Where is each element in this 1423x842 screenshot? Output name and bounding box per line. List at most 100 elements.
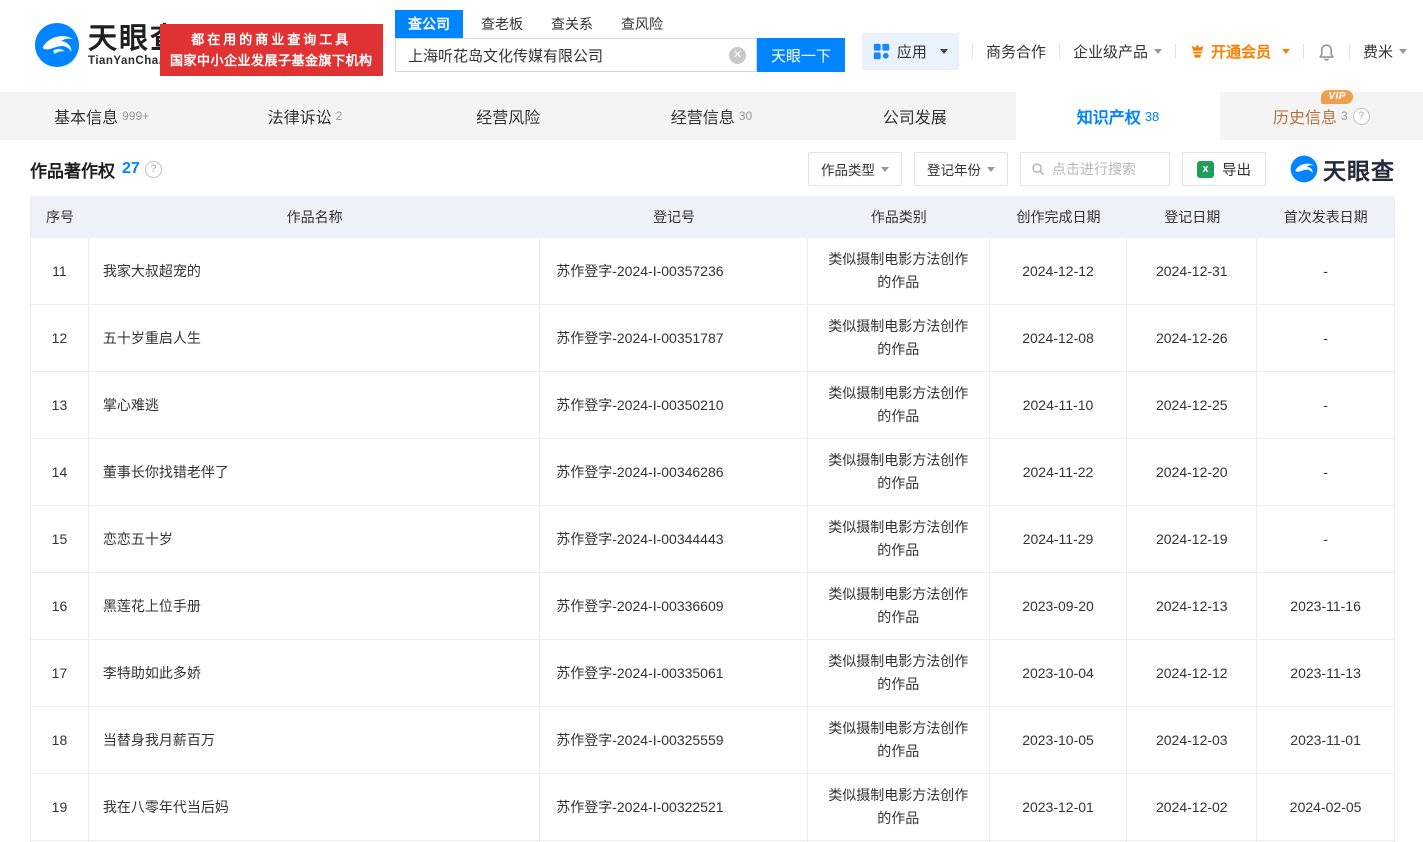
first-publish-date: - bbox=[1257, 372, 1394, 438]
row-index: 19 bbox=[31, 774, 89, 840]
work-category: 类似摄制电影方法创作的作品 bbox=[808, 573, 990, 639]
first-publish-date: 2024-02-05 bbox=[1257, 774, 1394, 840]
company-search-input[interactable] bbox=[396, 47, 756, 64]
registration-number: 苏作登字-2024-I-00350210 bbox=[540, 372, 808, 438]
nav-tab-count: 30 bbox=[739, 109, 752, 123]
work-category: 类似摄制电影方法创作的作品 bbox=[808, 372, 990, 438]
nav-tab-count: 38 bbox=[1145, 109, 1159, 124]
help-icon[interactable]: ? bbox=[145, 161, 162, 178]
table-search-placeholder: 点击进行搜索 bbox=[1052, 159, 1136, 179]
work-name: 当替身我月薪百万 bbox=[89, 707, 540, 773]
nav-tab-1[interactable]: 基本信息999+ bbox=[0, 92, 203, 140]
header-first-publish-date: 首次发表日期 bbox=[1257, 196, 1394, 238]
nav-tab-count: 2 bbox=[336, 109, 343, 123]
header-index: 序号 bbox=[31, 196, 89, 238]
search-icon bbox=[1031, 162, 1045, 176]
creation-date: 2024-11-22 bbox=[990, 439, 1128, 505]
enterprise-products-label: 企业级产品 bbox=[1073, 41, 1148, 62]
enterprise-products-menu[interactable]: 企业级产品 bbox=[1073, 41, 1162, 62]
open-membership-label: 开通会员 bbox=[1211, 41, 1271, 62]
table-row: 11我家大叔超宠的苏作登字-2024-I-00357236类似摄制电影方法创作的… bbox=[31, 238, 1394, 305]
nav-tab-3[interactable]: 经营风险 bbox=[407, 92, 610, 140]
nav-tab-label: 法律诉讼 bbox=[268, 110, 332, 127]
divider bbox=[1349, 44, 1350, 59]
divider bbox=[972, 44, 973, 59]
top-header: 天眼查 TianYanCha.com 都在用的商业查询工具 国家中小企业发展子基… bbox=[0, 0, 1423, 92]
work-name: 董事长你找错老伴了 bbox=[89, 439, 540, 505]
watermark-logo: 天眼查 bbox=[1290, 152, 1395, 186]
excel-icon: x bbox=[1197, 161, 1214, 178]
nav-tab-2[interactable]: 法律诉讼 2 bbox=[203, 92, 406, 140]
registration-number: 苏作登字-2024-I-00325559 bbox=[540, 707, 808, 773]
section-head: 作品著作权 27 ? 作品类型 登记年份 点击进行搜索 x 导出 天眼查 bbox=[30, 152, 1395, 186]
creation-date: 2023-09-20 bbox=[990, 573, 1128, 639]
notification-bell-icon[interactable] bbox=[1317, 42, 1336, 61]
work-category: 类似摄制电影方法创作的作品 bbox=[808, 774, 990, 840]
work-type-filter[interactable]: 作品类型 bbox=[808, 152, 902, 186]
table-search-input[interactable]: 点击进行搜索 bbox=[1020, 152, 1170, 186]
nav-tab-count: 3 bbox=[1341, 109, 1348, 123]
table-body: 11我家大叔超宠的苏作登字-2024-I-00357236类似摄制电影方法创作的… bbox=[31, 238, 1394, 842]
creation-date: 2023-12-01 bbox=[990, 774, 1128, 840]
registration-date: 2024-12-12 bbox=[1127, 640, 1257, 706]
row-index: 16 bbox=[31, 573, 89, 639]
table-row: 18当替身我月薪百万苏作登字-2024-I-00325559类似摄制电影方法创作… bbox=[31, 707, 1394, 774]
section-controls: 作品类型 登记年份 点击进行搜索 x 导出 天眼查 bbox=[808, 152, 1395, 186]
business-cooperation-link[interactable]: 商务合作 bbox=[986, 41, 1046, 62]
creation-date: 2023-10-05 bbox=[990, 707, 1128, 773]
header-work-name: 作品名称 bbox=[89, 196, 540, 238]
search-tab-4[interactable]: 查风险 bbox=[621, 14, 663, 38]
clear-input-icon[interactable]: ✕ bbox=[729, 47, 746, 64]
registration-date: 2024-12-19 bbox=[1127, 506, 1257, 572]
search-tab-2[interactable]: 查老板 bbox=[481, 14, 523, 38]
registration-number: 苏作登字-2024-I-00344443 bbox=[540, 506, 808, 572]
work-name: 五十岁重启人生 bbox=[89, 305, 540, 371]
company-nav-tabs: 基本信息999+法律诉讼2经营风险经营信息30公司发展知识产权38VIP历史信息… bbox=[0, 92, 1423, 140]
tianyancha-logo-icon bbox=[1290, 155, 1318, 183]
help-icon[interactable]: ? bbox=[1353, 108, 1370, 125]
business-cooperation-label: 商务合作 bbox=[986, 41, 1046, 62]
caret-down-icon bbox=[1399, 49, 1407, 54]
table-row: 12五十岁重启人生苏作登字-2024-I-00351787类似摄制电影方法创作的… bbox=[31, 305, 1394, 372]
search-area: 查公司查老板 查关系 查风险 ✕ 天眼一下 bbox=[395, 11, 845, 72]
export-button[interactable]: x 导出 bbox=[1182, 152, 1266, 186]
nav-tab-6[interactable]: 知识产权38 bbox=[1016, 92, 1219, 140]
search-tab-1[interactable]: 查公司 bbox=[395, 10, 463, 38]
apps-menu[interactable]: 应用 bbox=[862, 33, 959, 70]
header-work-category: 作品类别 bbox=[808, 196, 990, 238]
search-tab-3[interactable]: 查关系 bbox=[551, 14, 593, 38]
work-name: 我在八零年代当后妈 bbox=[89, 774, 540, 840]
nav-tab-5[interactable]: 公司发展 bbox=[813, 92, 1016, 140]
header-registration-date: 登记日期 bbox=[1127, 196, 1257, 238]
nav-tab-4[interactable]: 经营信息30 bbox=[610, 92, 813, 140]
nav-tab-7[interactable]: VIP历史信息3? bbox=[1220, 92, 1423, 140]
table-header-row: 序号 作品名称 登记号 作品类别 创作完成日期 登记日期 首次发表日期 bbox=[31, 196, 1394, 238]
open-membership-menu[interactable]: 开通会员 bbox=[1189, 41, 1290, 62]
table-row: 13掌心难逃苏作登字-2024-I-00350210类似摄制电影方法创作的作品2… bbox=[31, 372, 1394, 439]
nav-tab-label: 经营风险 bbox=[476, 110, 540, 127]
creation-date: 2024-11-29 bbox=[990, 506, 1128, 572]
search-input-wrap: ✕ bbox=[395, 38, 757, 72]
registration-date: 2024-12-26 bbox=[1127, 305, 1257, 371]
work-category: 类似摄制电影方法创作的作品 bbox=[808, 707, 990, 773]
search-row: ✕ 天眼一下 bbox=[395, 38, 845, 72]
user-menu[interactable]: 费米 bbox=[1363, 41, 1407, 62]
creation-date: 2024-12-08 bbox=[990, 305, 1128, 371]
divider bbox=[1303, 44, 1304, 59]
first-publish-date: - bbox=[1257, 506, 1394, 572]
work-name: 恋恋五十岁 bbox=[89, 506, 540, 572]
row-index: 17 bbox=[31, 640, 89, 706]
copyright-table: 序号 作品名称 登记号 作品类别 创作完成日期 登记日期 首次发表日期 11我家… bbox=[30, 196, 1395, 842]
registration-number: 苏作登字-2024-I-00351787 bbox=[540, 305, 808, 371]
register-year-filter[interactable]: 登记年份 bbox=[914, 152, 1008, 186]
divider bbox=[1175, 44, 1176, 59]
crown-icon bbox=[1189, 43, 1206, 60]
registration-number: 苏作登字-2024-I-00335061 bbox=[540, 640, 808, 706]
table-row: 19我在八零年代当后妈苏作登字-2024-I-00322521类似摄制电影方法创… bbox=[31, 774, 1394, 841]
registration-date: 2024-12-02 bbox=[1127, 774, 1257, 840]
search-button[interactable]: 天眼一下 bbox=[757, 38, 845, 72]
nav-tab-label: 历史信息 bbox=[1273, 110, 1337, 127]
apps-grid-icon bbox=[873, 43, 890, 60]
watermark-logo-label: 天眼查 bbox=[1323, 152, 1395, 186]
header-registration-number: 登记号 bbox=[540, 196, 808, 238]
